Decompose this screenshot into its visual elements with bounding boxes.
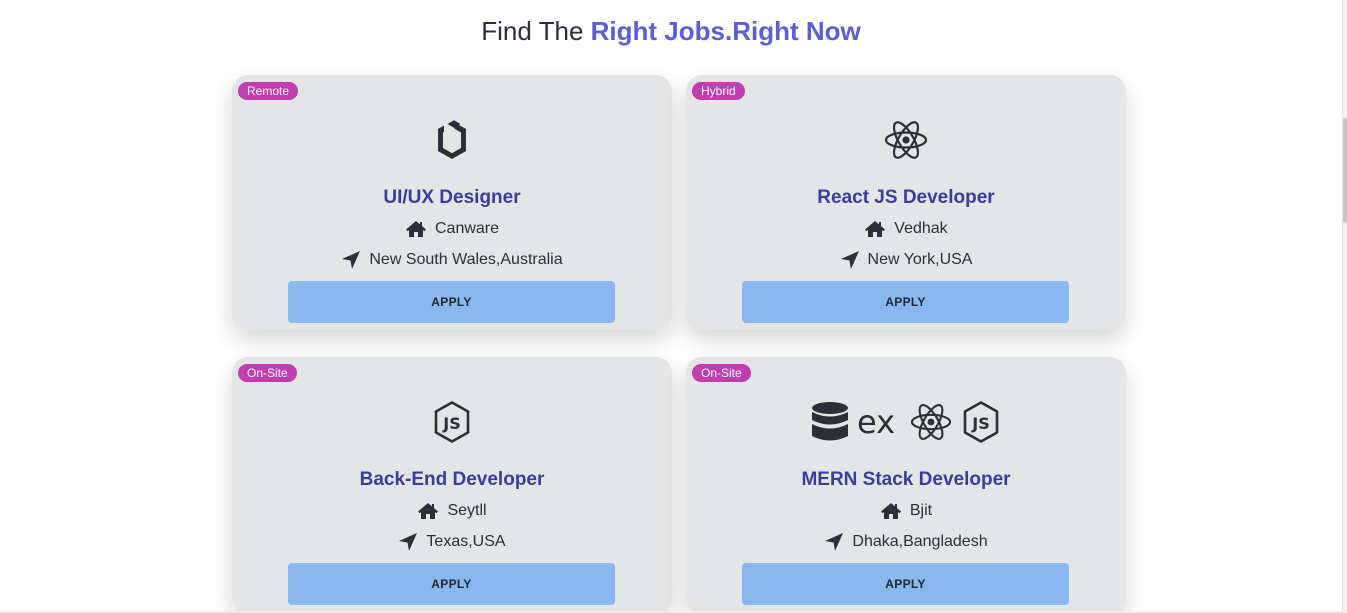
uikit-icon [438,120,466,159]
react-icon [884,121,928,159]
job-location: New York,USA [867,251,973,268]
job-title: React JS Developer [817,187,995,208]
svg-text:ex: ex [857,405,895,439]
home-icon [418,503,439,519]
apply-button[interactable]: APPLY [288,281,615,323]
job-title: MERN Stack Developer [801,469,1011,490]
job-type-badge: On-Site [238,364,297,382]
job-location: Texas,USA [426,533,506,550]
scrollbar-thumb[interactable] [1343,118,1347,223]
company-name: Canware [434,220,500,237]
home-icon [865,221,886,237]
job-location: New South Wales,Australia [369,251,563,268]
location-row: New York,USA [686,250,1126,270]
page-title-accent: Right Jobs.Right Now [590,16,861,46]
job-logo: JS [232,397,672,447]
location-row: Dhaka,Bangladesh [686,532,1126,552]
page-title-prefix: Find The [481,16,584,46]
home-icon [405,221,426,237]
job-card: Remote UI/UX Designer Canware New South … [232,75,672,330]
home-icon [880,503,901,519]
company-row: Vedhak [686,220,1126,238]
location-arrow-icon [342,251,361,269]
svg-text:JS: JS [971,414,989,433]
apply-button[interactable]: APPLY [742,281,1069,323]
location-arrow-icon [399,533,418,551]
job-logo: ex JS [686,397,1126,447]
job-location: Dhaka,Bangladesh [852,533,988,550]
job-card: On-Site ex JS MERN Stack Developer Bjit … [686,357,1126,612]
page-title: Find The Right Jobs.Right Now [0,14,1342,48]
job-logo [686,115,1126,165]
nodejs-icon: JS [434,401,470,443]
location-arrow-icon [840,251,859,269]
express-icon: ex [857,405,895,439]
apply-button[interactable]: APPLY [742,563,1069,605]
company-row: Canware [232,220,672,238]
location-row: Texas,USA [232,532,672,552]
company-row: Bjit [686,502,1126,520]
vertical-scrollbar[interactable] [1342,0,1347,613]
job-card: On-Site JS Back-End Developer Seytll Tex… [232,357,672,612]
location-arrow-icon [825,533,844,551]
job-type-badge: Remote [238,82,299,100]
react-icon [910,404,952,440]
location-row: New South Wales,Australia [232,250,672,270]
company-name: Seytll [447,502,487,519]
job-logo [232,115,672,165]
company-name: Bjit [909,502,933,519]
company-name: Vedhak [894,220,948,237]
company-row: Seytll [232,502,672,520]
database-icon [812,402,848,441]
job-type-badge: Hybrid [692,82,745,100]
job-title: Back-End Developer [359,469,545,490]
apply-button[interactable]: APPLY [288,563,615,605]
job-card: Hybrid React JS Developer Vedhak New Yor… [686,75,1126,330]
job-type-badge: On-Site [692,364,751,382]
page: Find The Right Jobs.Right Now Remote UI/… [0,0,1347,613]
nodejs-icon: JS [963,401,999,443]
job-title: UI/UX Designer [383,187,521,208]
svg-text:JS: JS [442,414,460,433]
